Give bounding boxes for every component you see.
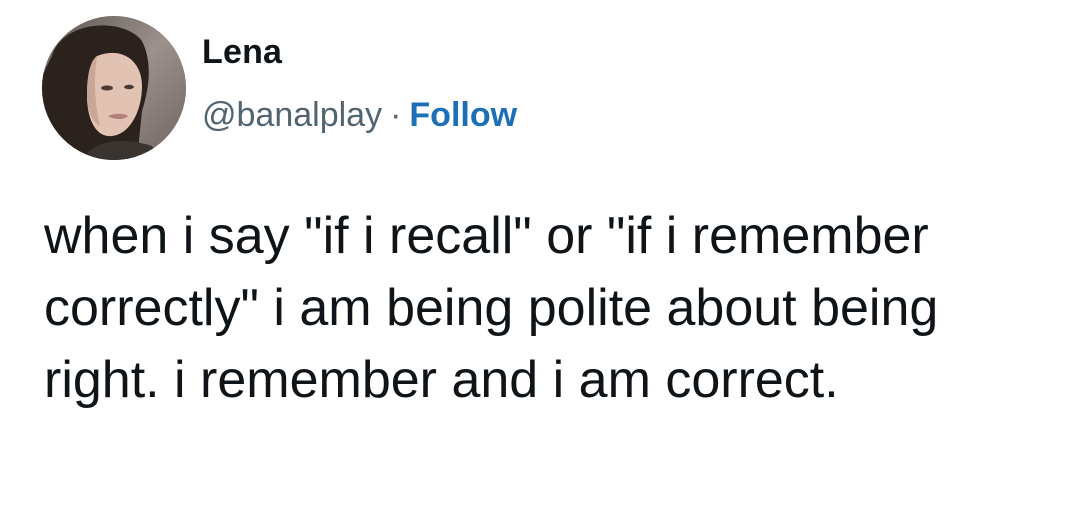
follow-button[interactable]: Follow <box>409 96 517 134</box>
author-handle[interactable]: @banalplay <box>202 96 382 134</box>
author-meta: @banalplay · Follow <box>202 96 517 135</box>
tweet-card: Lena @banalplay · Follow when i say "if i … <box>0 0 1073 510</box>
separator-dot: · <box>390 96 402 134</box>
tweet-text: when i say "if i recall" or "if i rememb… <box>44 207 939 409</box>
author-name[interactable]: Lena <box>202 33 282 72</box>
avatar[interactable] <box>42 16 186 160</box>
avatar-photo <box>42 16 186 160</box>
